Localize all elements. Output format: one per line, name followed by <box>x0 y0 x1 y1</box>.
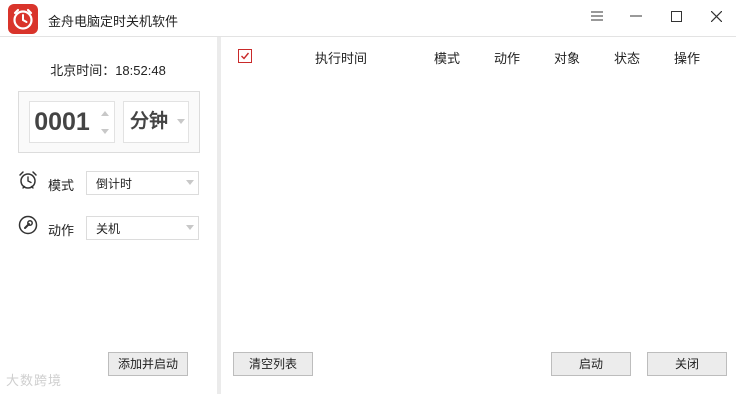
watermark: 大数跨境 <box>6 373 63 388</box>
menu-button[interactable] <box>577 0 617 32</box>
clock-time: 18:52:48 <box>115 63 166 78</box>
mode-selected: 倒计时 <box>96 177 133 191</box>
action-selected: 关机 <box>96 222 121 236</box>
action-label: 动作 <box>48 223 75 238</box>
start-button[interactable]: 启动 <box>551 352 631 376</box>
triangle-up-icon <box>101 110 109 116</box>
timer-unit-select[interactable]: 分钟 <box>123 101 189 143</box>
maximize-button[interactable] <box>656 0 696 32</box>
beijing-clock: 北京时间：18:52:48 <box>0 60 216 79</box>
column-header-status: 状态 <box>614 51 641 66</box>
checkmark-icon <box>241 52 250 60</box>
add-and-start-button[interactable]: 添加并启动 <box>108 352 188 376</box>
minimize-button[interactable] <box>616 0 656 32</box>
increment-button[interactable] <box>98 104 112 122</box>
clock-label: 北京时间： <box>50 63 116 78</box>
decrement-button[interactable] <box>98 122 112 140</box>
column-header-operation: 操作 <box>674 51 701 66</box>
wrench-icon <box>18 215 38 235</box>
close-icon <box>710 10 722 22</box>
close-window-button[interactable] <box>696 0 736 32</box>
chevron-down-icon <box>177 119 185 124</box>
task-list-panel: 执行时间 模式 动作 对象 状态 操作 清空列表 启动 关闭 <box>221 37 736 394</box>
chevron-down-icon <box>186 180 194 185</box>
triangle-down-icon <box>101 128 109 134</box>
maximize-icon <box>670 10 682 22</box>
window-title: 金舟电脑定时关机软件 <box>48 14 179 29</box>
select-all-checkbox[interactable] <box>238 49 252 63</box>
column-header-target: 对象 <box>554 51 581 66</box>
timer-unit: 分钟 <box>129 111 168 132</box>
title-bar: 金舟电脑定时关机软件 <box>0 0 736 37</box>
action-select[interactable]: 关机 <box>86 216 199 240</box>
app-logo-icon <box>8 4 38 34</box>
column-header-exec-time: 执行时间 <box>315 51 368 66</box>
timer-value-stepper[interactable]: 0001 <box>29 101 115 143</box>
timer-value[interactable]: 0001 <box>30 102 94 142</box>
mode-select[interactable]: 倒计时 <box>86 171 199 195</box>
close-button[interactable]: 关闭 <box>647 352 727 376</box>
timer-box: 0001 分钟 <box>18 91 200 153</box>
column-header-action: 动作 <box>494 51 521 66</box>
mode-label: 模式 <box>48 178 75 193</box>
column-header-mode: 模式 <box>434 51 461 66</box>
minimize-icon <box>630 15 642 17</box>
left-panel: 北京时间：18:52:48 0001 分钟 模式 倒计时 动作 关机 添加并启动 <box>0 37 216 394</box>
clear-list-button[interactable]: 清空列表 <box>233 352 313 376</box>
alarm-clock-icon <box>19 171 37 189</box>
chevron-down-icon <box>186 225 194 230</box>
menu-icon <box>591 11 603 21</box>
